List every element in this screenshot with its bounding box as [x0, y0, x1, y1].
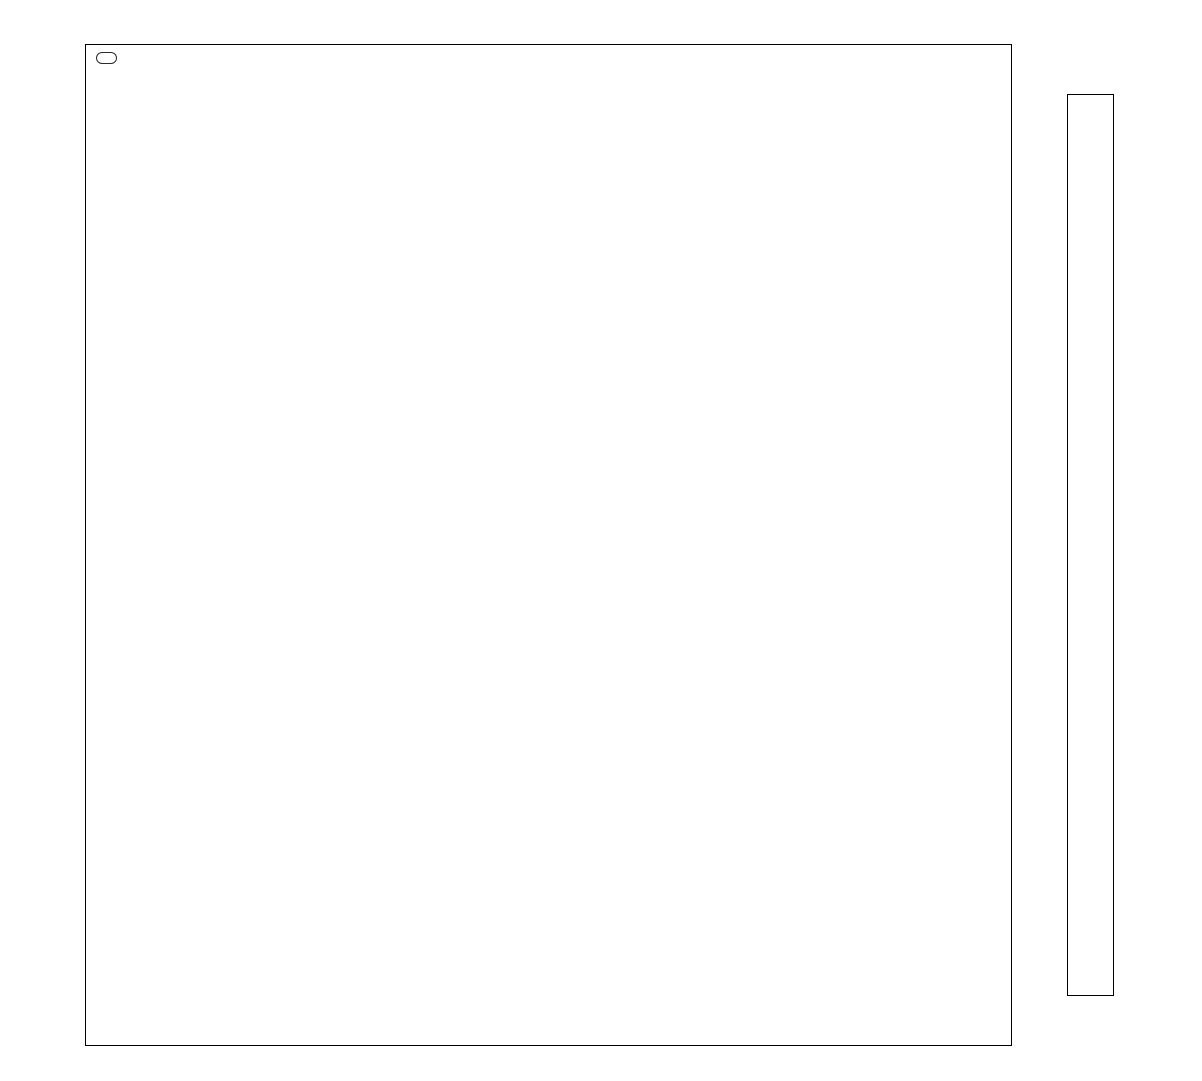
product-info-box: [96, 52, 117, 64]
map-canvas: [86, 45, 1013, 1047]
radar-figure: [0, 0, 1202, 1081]
colorbar: [1067, 94, 1114, 996]
colorbar-axis-label: [1156, 490, 1200, 600]
map-plot-area: [85, 44, 1012, 1046]
